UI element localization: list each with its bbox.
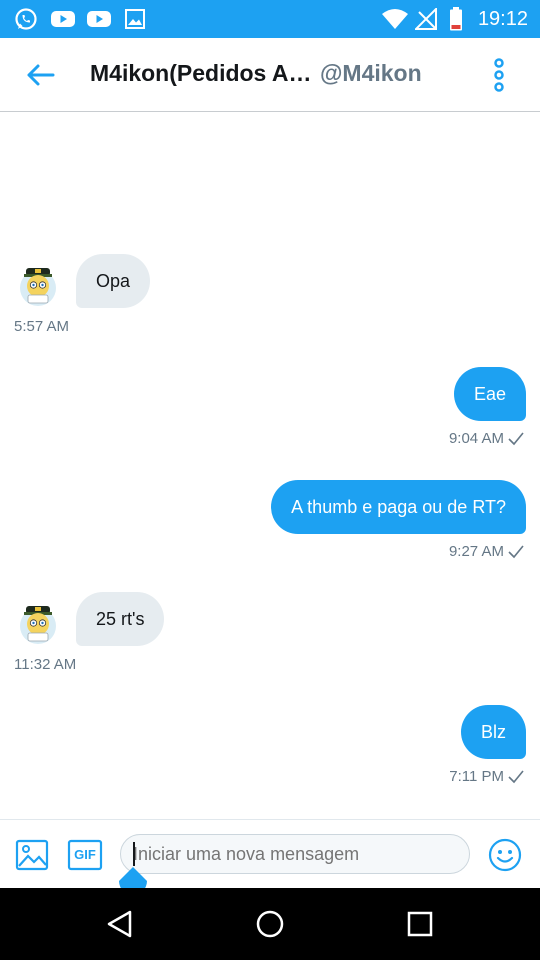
- whatsapp-icon: [14, 7, 38, 31]
- check-icon: [508, 545, 524, 559]
- gallery-icon: [123, 7, 147, 31]
- timestamp-text: 9:27 AM: [448, 543, 504, 560]
- message-timestamp: 7:11 PM: [449, 768, 524, 786]
- message-list[interactable]: Opa 5:57 AM Eae 9:04 AM A thumb e paga o…: [0, 113, 540, 819]
- no-signal-icon: [414, 7, 438, 31]
- message-composer: GIF: [0, 819, 540, 888]
- battery-icon: [446, 7, 466, 31]
- message-timestamp: 9:04 AM: [449, 430, 524, 448]
- status-bar: 19:12: [0, 0, 540, 38]
- check-icon: [508, 770, 524, 784]
- arrow-left-icon: [27, 64, 55, 86]
- nav-home-button[interactable]: [252, 906, 288, 942]
- home-circle-icon: [256, 910, 284, 938]
- emoji-icon: [488, 838, 522, 872]
- add-gif-button[interactable]: GIF: [67, 839, 103, 871]
- add-image-button[interactable]: [15, 839, 49, 871]
- system-navigation-bar: [0, 888, 540, 960]
- status-time: 19:12: [477, 8, 528, 30]
- more-options-button[interactable]: [488, 58, 510, 92]
- timestamp-text: 9:04 AM: [448, 430, 504, 447]
- message-bubble-outgoing[interactable]: A thumb e paga ou de RT?: [271, 480, 526, 534]
- nav-recents-button[interactable]: [402, 906, 438, 942]
- conversation-title[interactable]: M4ikon(Pedidos Abertos): [90, 59, 314, 87]
- message-timestamp: 9:27 AM: [449, 543, 524, 561]
- gif-label: GIF: [74, 847, 96, 862]
- conversation-handle[interactable]: @M4ikon: [320, 59, 442, 87]
- wifi-icon: [380, 7, 410, 31]
- message-bubble-incoming[interactable]: Opa: [76, 254, 151, 308]
- message-bubble-incoming[interactable]: 25 rt's: [76, 592, 165, 646]
- conversation-header: M4ikon(Pedidos Abertos) @M4ikon: [0, 38, 540, 112]
- recents-square-icon: [407, 911, 433, 937]
- timestamp-text: 7:11 PM: [449, 768, 504, 785]
- youtube-icon: [86, 7, 112, 31]
- avatar[interactable]: [16, 600, 60, 646]
- more-vertical-icon: [494, 58, 504, 92]
- check-icon: [508, 432, 524, 446]
- message-bubble-outgoing[interactable]: Blz: [460, 705, 526, 759]
- message-input[interactable]: [120, 834, 470, 874]
- emoji-button[interactable]: [488, 838, 522, 872]
- back-button[interactable]: [22, 60, 58, 90]
- back-triangle-icon: [107, 910, 132, 938]
- message-bubble-outgoing[interactable]: Eae: [453, 367, 526, 421]
- avatar[interactable]: [16, 262, 60, 308]
- image-icon: [15, 839, 49, 871]
- message-timestamp: 11:32 AM: [14, 656, 77, 673]
- text-cursor: [133, 842, 135, 866]
- nav-back-button[interactable]: [102, 906, 138, 942]
- youtube-icon: [50, 7, 76, 31]
- message-timestamp: 5:57 AM: [14, 318, 70, 335]
